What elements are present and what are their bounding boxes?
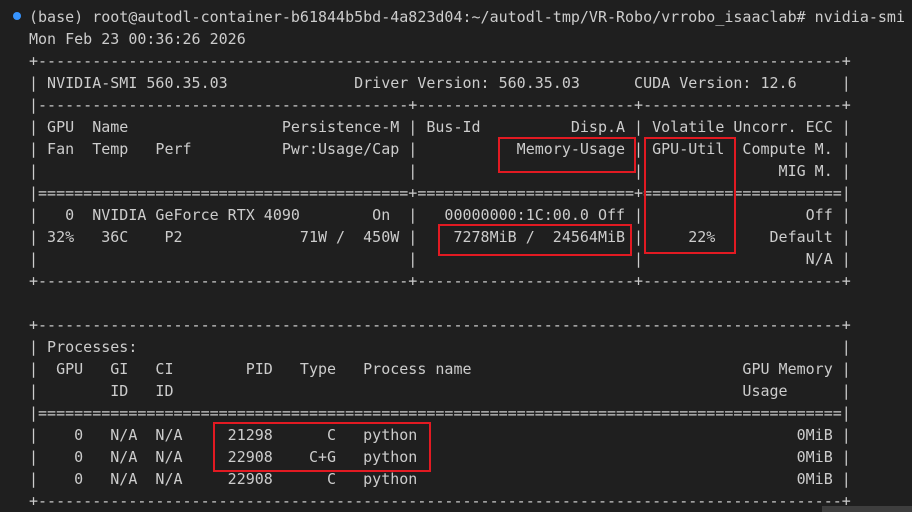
- terminal-line: +---------------------------------------…: [29, 492, 851, 510]
- terminal-line-columns: | GPU Name Persistence-M | Bus-Id Disp.A…: [29, 118, 851, 136]
- terminal-line-prompt: (base) root@autodl-container-b61844b5bd-…: [29, 8, 905, 26]
- terminal-line: |=======================================…: [29, 404, 851, 422]
- scroll-indicator: [822, 506, 912, 512]
- terminal-line-gpu: | 32% 36C P2 71W / 450W | 7278MiB / 2456…: [29, 228, 851, 246]
- command-status-icon: [13, 12, 21, 20]
- terminal-line-processes-header: | ID ID Usage |: [29, 382, 851, 400]
- terminal-line: +---------------------------------------…: [29, 316, 851, 334]
- terminal-line: +---------------------------------------…: [29, 272, 851, 290]
- terminal-line: +---------------------------------------…: [29, 52, 851, 70]
- terminal-line-process: | 0 N/A N/A 21298 C python 0MiB |: [29, 426, 851, 444]
- terminal-line-date: Mon Feb 23 00:36:26 2026: [29, 30, 246, 48]
- terminal-line: |=======================================…: [29, 184, 851, 202]
- terminal-line-header: | NVIDIA-SMI 560.35.03 Driver Version: 5…: [29, 74, 851, 92]
- terminal-line-processes-header: | GPU GI CI PID Type Process name GPU Me…: [29, 360, 851, 378]
- terminal-line-processes-title: | Processes: |: [29, 338, 851, 356]
- terminal-line-process: | 0 N/A N/A 22908 C python 0MiB |: [29, 470, 851, 488]
- terminal-window[interactable]: (base) root@autodl-container-b61844b5bd-…: [0, 0, 912, 512]
- terminal-line-gpu: | | | N/A |: [29, 250, 851, 268]
- terminal-line-gpu: | 0 NVIDIA GeForce RTX 4090 On | 0000000…: [29, 206, 851, 224]
- terminal-line-columns: | | | MIG M. |: [29, 162, 851, 180]
- terminal-line-process: | 0 N/A N/A 22908 C+G python 0MiB |: [29, 448, 851, 466]
- terminal-line-columns: | Fan Temp Perf Pwr:Usage/Cap | Memory-U…: [29, 140, 851, 158]
- terminal-line: |---------------------------------------…: [29, 96, 851, 114]
